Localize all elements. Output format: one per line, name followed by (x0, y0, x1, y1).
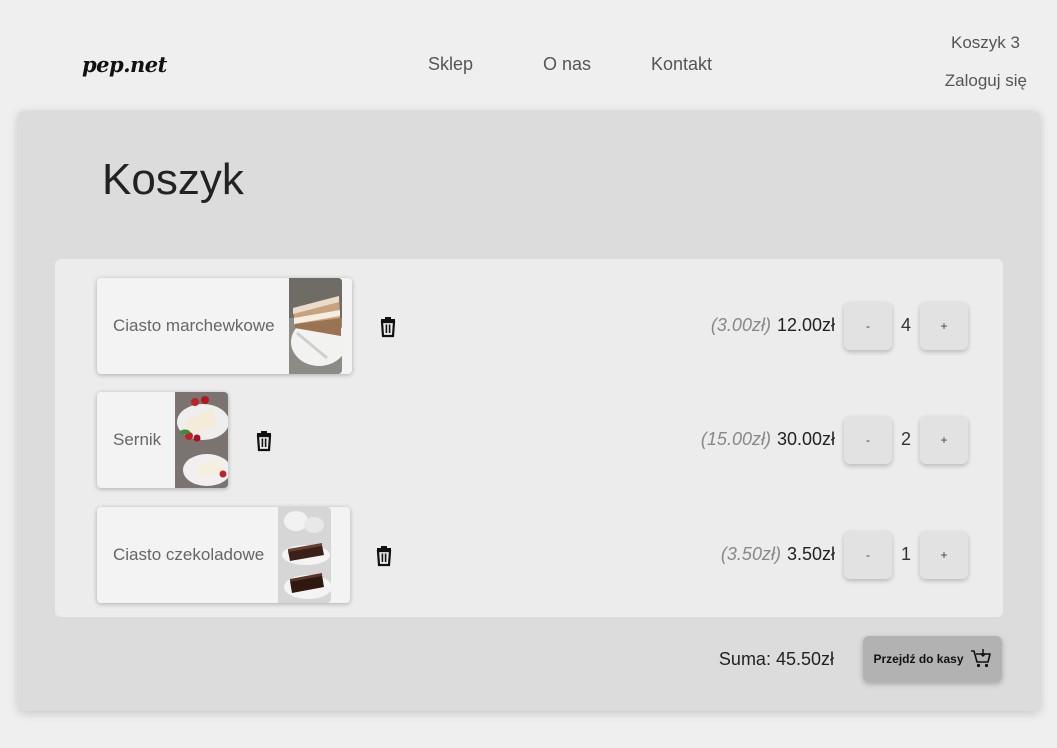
decrease-quantity-button[interactable]: - (844, 416, 892, 464)
decrease-quantity-button[interactable]: - (844, 302, 892, 350)
checkout-button[interactable]: Przejdź do kasy (863, 636, 1002, 682)
increase-quantity-button[interactable]: + (920, 531, 968, 579)
cart-card: Koszyk Ciasto marchewkowe (3.00zł) 12.00… (18, 111, 1040, 711)
item-name: Sernik (113, 430, 162, 449)
chocolate-cake-image (278, 507, 332, 603)
cart-link[interactable]: Koszyk 3 (951, 33, 1020, 53)
line-total: 3.50zł (786, 544, 835, 564)
cart-items-panel: Ciasto marchewkowe (3.00zł) 12.00zł - 4 … (55, 259, 1003, 617)
carrot-cake-image (288, 278, 342, 374)
item-card: Sernik (97, 392, 229, 488)
item-name: Ciasto marchewkowe (113, 316, 275, 335)
decrease-quantity-button[interactable]: - (844, 531, 892, 579)
cart-item: Sernik (15.00zł) 30.00zł - 2 + (55, 392, 1003, 488)
nav-o-nas[interactable]: O nas (543, 54, 591, 75)
item-price: (3.00zł) 12.00zł (711, 315, 835, 336)
cart-total: Suma: 45.50zł (718, 649, 834, 669)
item-price: (3.50zł) 3.50zł (721, 544, 835, 565)
cart-item: Ciasto czekoladowe (3.50zł) 3.50zł - 1 + (55, 507, 1003, 603)
cart-icon (970, 648, 992, 671)
item-price: (15.00zł) 30.00zł (701, 429, 835, 450)
nav-sklep[interactable]: Sklep (428, 54, 473, 75)
trash-icon[interactable] (253, 430, 275, 452)
increase-quantity-button[interactable]: + (920, 302, 968, 350)
item-name: Ciasto czekoladowe (113, 545, 265, 564)
item-card: Ciasto czekoladowe (97, 507, 350, 603)
cart-item: Ciasto marchewkowe (3.00zł) 12.00zł - 4 … (55, 278, 1003, 374)
unit-price: (3.00zł) (710, 315, 771, 335)
checkout-label: Przejdź do kasy (873, 652, 964, 666)
increase-quantity-button[interactable]: + (920, 416, 968, 464)
trash-icon[interactable] (377, 316, 399, 338)
quantity-value: 1 (900, 544, 911, 564)
page-title: Koszyk (102, 155, 244, 204)
unit-price: (15.00zł) (700, 429, 771, 449)
cheesecake-image (175, 392, 229, 488)
unit-price: (3.50zł) (720, 544, 781, 564)
login-link[interactable]: Zaloguj się (945, 71, 1027, 91)
quantity-value: 2 (900, 429, 911, 449)
line-total: 30.00zł (776, 429, 835, 449)
logo[interactable]: pep.net (82, 52, 167, 77)
quantity-value: 4 (900, 315, 911, 335)
trash-icon[interactable] (373, 545, 395, 567)
line-total: 12.00zł (776, 315, 835, 335)
item-card: Ciasto marchewkowe (97, 278, 352, 374)
nav-kontakt[interactable]: Kontakt (651, 54, 712, 75)
